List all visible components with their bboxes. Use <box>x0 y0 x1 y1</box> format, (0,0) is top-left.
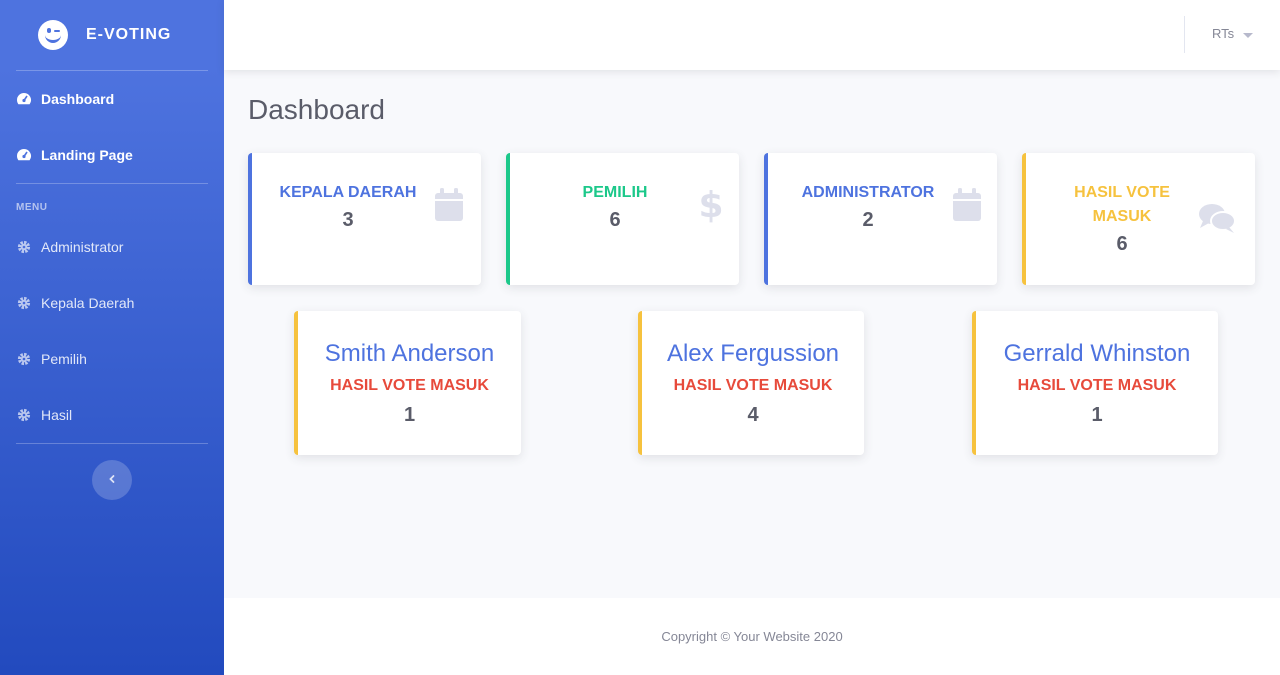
sidebar-item-label: Dashboard <box>41 91 115 107</box>
candidate-vote-count: 1 <box>1091 404 1103 426</box>
candidate-name: Smith Anderson <box>324 340 495 367</box>
dollar-icon: $ <box>698 185 723 229</box>
candidate-card-smith-anderson: Smith Anderson HASIL VOTE MASUK 1 <box>294 311 521 455</box>
user-name: RTs <box>1212 26 1235 41</box>
topbar: RTs <box>224 0 1280 70</box>
brand-title: E-VOTING <box>86 26 172 43</box>
candidate-vote-label: HASIL VOTE MASUK <box>1017 377 1177 394</box>
stat-card-pemilih: PEMILIH 6 $ <box>506 153 739 285</box>
candidate-card-alex-fergussion: Alex Fergussion HASIL VOTE MASUK 4 <box>638 311 864 455</box>
stat-label: PEMILIH <box>582 184 648 201</box>
sidebar-item-label: Kepala Daerah <box>41 295 135 311</box>
stat-value: 2 <box>862 209 874 231</box>
svg-text:$: $ <box>700 186 722 224</box>
sidebar-item-label: Pemilih <box>41 351 87 367</box>
sidebar-item-label: Administrator <box>41 239 124 255</box>
tachometer-icon <box>16 147 32 163</box>
sidebar-item-dashboard[interactable]: Dashboard <box>0 71 224 127</box>
candidate-name: Gerrald Whinston <box>1003 340 1191 367</box>
stat-label: HASIL VOTE MASUK <box>1074 184 1170 225</box>
sidebar-toggle-button[interactable] <box>92 460 132 500</box>
stat-card-kepala-daerah: KEPALA DAERAH 3 <box>248 153 481 285</box>
sidebar-item-administrator[interactable]: Administrator <box>0 219 224 275</box>
stat-value: 6 <box>1116 233 1128 255</box>
stat-value: 3 <box>342 209 354 231</box>
sidebar: E-VOTING Dashboard Landing Page MENU Adm… <box>0 0 224 675</box>
sidebar-heading: MENU <box>16 202 48 213</box>
candidate-vote-label: HASIL VOTE MASUK <box>673 377 833 394</box>
calendar-icon <box>434 188 464 227</box>
page-title: Dashboard <box>248 94 385 125</box>
stat-card-administrator: ADMINISTRATOR 2 <box>764 153 997 285</box>
sidebar-item-kepala-daerah[interactable]: Kepala Daerah <box>0 275 224 331</box>
cog-icon <box>16 295 32 311</box>
candidate-vote-count: 1 <box>403 404 416 426</box>
sidebar-divider <box>16 443 208 444</box>
cog-icon <box>16 239 32 255</box>
cog-icon <box>16 351 32 367</box>
sidebar-item-label: Landing Page <box>41 147 133 163</box>
cog-icon <box>16 407 32 423</box>
topbar-divider <box>1184 16 1185 53</box>
calendar-icon <box>952 188 982 227</box>
sidebar-item-landing-page[interactable]: Landing Page <box>0 127 224 183</box>
stat-value: 6 <box>609 209 621 231</box>
footer: Copyright © Your Website 2020 <box>224 598 1280 675</box>
candidate-card-gerrald-whinston: Gerrald Whinston HASIL VOTE MASUK 1 <box>972 311 1218 455</box>
chevron-left-icon <box>107 471 117 489</box>
stat-label: KEPALA DAERAH <box>279 184 417 201</box>
sidebar-item-hasil[interactable]: Hasil <box>0 387 224 443</box>
user-dropdown[interactable]: RTs <box>1212 26 1254 41</box>
stat-card-hasil-vote-masuk: HASIL VOTE MASUK 6 <box>1022 153 1255 285</box>
candidate-name: Alex Fergussion <box>666 340 840 367</box>
stat-label: ADMINISTRATOR <box>801 184 935 201</box>
tachometer-icon <box>16 91 32 107</box>
sidebar-item-pemilih[interactable]: Pemilih <box>0 331 224 387</box>
candidate-vote-count: 4 <box>747 404 759 426</box>
copyright-text: Copyright © Your Website 2020 <box>661 629 843 644</box>
caret-down-icon <box>1243 33 1254 38</box>
sidebar-brand[interactable]: E-VOTING <box>0 0 224 70</box>
candidate-vote-label: HASIL VOTE MASUK <box>330 377 489 394</box>
sidebar-item-label: Hasil <box>41 407 73 423</box>
laugh-wink-icon <box>38 20 68 50</box>
comments-icon <box>1198 202 1236 239</box>
